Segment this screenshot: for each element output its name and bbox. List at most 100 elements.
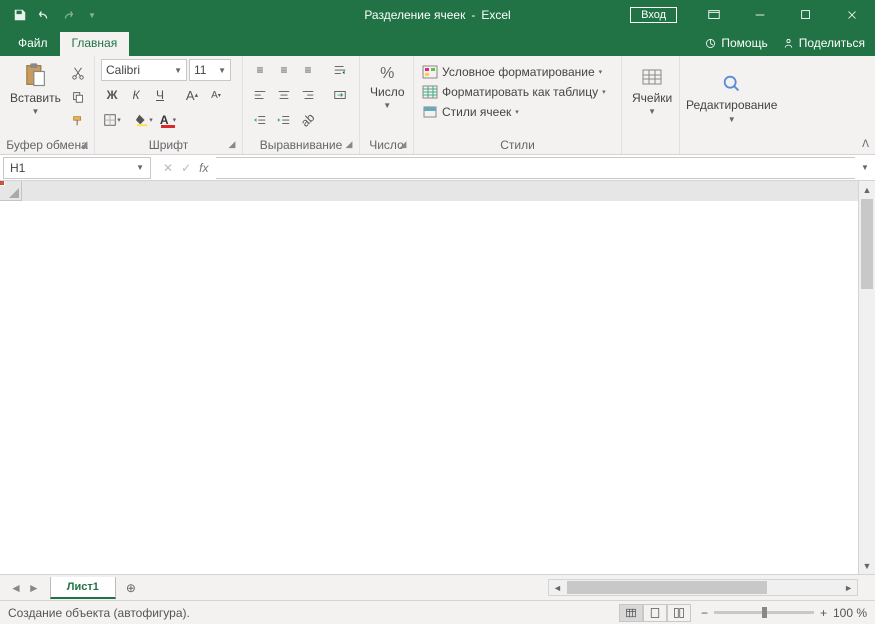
align-bottom-icon[interactable]: ≡ [297,59,319,81]
italic-button[interactable]: К [125,84,147,106]
tab-Главная[interactable]: Главная [60,32,130,56]
page-break-view-icon[interactable] [667,604,691,622]
status-bar: Создание объекта (автофигура). − + 100 % [0,600,875,624]
close-icon[interactable] [829,0,875,30]
name-box[interactable]: H1▼ [3,157,151,179]
chevron-down-icon: ▼ [383,101,391,110]
group-editing: Редактирование ▼ [680,56,800,154]
align-center-icon[interactable] [273,84,295,106]
vertical-scrollbar[interactable]: ▲ ▼ [858,181,875,574]
zoom-in-icon[interactable]: + [820,606,827,620]
borders-icon[interactable]: ▾ [101,109,123,131]
scroll-down-icon[interactable]: ▼ [859,557,875,574]
merge-icon[interactable] [329,84,351,106]
increase-indent-icon[interactable] [273,109,295,131]
fill-color-icon[interactable]: ▾ [133,109,155,131]
tell-me[interactable]: Помощь [704,36,767,50]
share-button[interactable]: Поделиться [782,36,865,50]
group-font: Calibri▼ 11▼ Ж К Ч A▴ A▾ ▾ ▾ A▾ Шрифт◢ [95,56,243,154]
scroll-up-icon[interactable]: ▲ [859,181,875,198]
underline-button[interactable]: Ч [149,84,171,106]
row-headers[interactable] [0,201,22,574]
sheet-tab[interactable]: Лист1 [50,577,116,599]
formula-bar: H1▼ ✕ ✓ fx ▼ [0,155,875,181]
cell-styles-button[interactable]: Стили ячеек▾ [420,103,608,121]
align-left-icon[interactable] [249,84,271,106]
dialog-launcher-icon[interactable]: ◢ [226,139,238,151]
insert-function-icon[interactable]: fx [199,161,208,175]
dialog-launcher-icon[interactable]: ◢ [343,139,355,151]
enter-formula-icon[interactable]: ✓ [181,161,191,175]
minimize-icon[interactable] [737,0,783,30]
paste-button[interactable]: Вставить ▼ [6,59,65,138]
cells-button[interactable]: Ячейки ▼ [628,59,676,152]
title-controls: Вход [630,0,875,30]
tab-file[interactable]: Файл [6,32,60,56]
conditional-formatting-button[interactable]: Условное форматирование▾ [420,63,608,81]
zoom-level[interactable]: 100 % [833,606,867,620]
grow-font-icon[interactable]: A▴ [181,84,203,106]
maximize-icon[interactable] [783,0,829,30]
select-all-button[interactable] [0,181,22,201]
number-format-button[interactable]: % Число ▼ [366,59,409,138]
wrap-text-icon[interactable] [329,59,351,81]
horizontal-scrollbar[interactable]: ◄ ► [548,579,858,596]
orientation-icon[interactable]: ab [297,109,319,131]
group-number: % Число ▼ Число◢ [360,56,414,154]
editing-button[interactable]: Редактирование ▼ [686,59,777,152]
save-icon[interactable] [8,3,32,27]
view-buttons [619,604,691,622]
sheet-nav-prev-icon[interactable]: ◄ [10,581,22,595]
scroll-right-icon[interactable]: ► [844,583,853,593]
chevron-down-icon: ▼ [136,163,144,172]
formula-input[interactable] [216,157,855,179]
collapse-ribbon-icon[interactable]: ᐱ [862,139,869,150]
group-alignment: ≡ ≡ ≡ ab Выравнивание◢ [243,56,360,154]
redo-icon[interactable] [56,3,80,27]
shrink-font-icon[interactable]: A▾ [205,84,227,106]
scrollbar-thumb[interactable] [567,581,767,594]
copy-icon[interactable] [67,86,89,108]
dialog-launcher-icon[interactable]: ◢ [78,139,90,151]
status-message: Создание объекта (автофигура). [8,606,190,620]
ribbon-options-icon[interactable] [691,0,737,30]
window-title: Разделение ячеек - Excel [364,8,510,22]
cells-area[interactable] [22,201,858,574]
bold-button[interactable]: Ж [101,84,123,106]
expand-formula-bar-icon[interactable]: ▼ [855,163,875,172]
align-right-icon[interactable] [297,84,319,106]
zoom-out-icon[interactable]: − [701,606,708,620]
ribbon: Вставить ▼ Буфер обмена◢ Calibri▼ 11▼ Ж … [0,56,875,155]
qat-dropdown-icon[interactable]: ▼ [80,3,104,27]
decrease-indent-icon[interactable] [249,109,271,131]
column-headers[interactable] [22,181,858,201]
cancel-formula-icon[interactable]: ✕ [163,161,173,175]
group-label: Стили [500,138,535,152]
chevron-down-icon: ▼ [648,107,656,116]
align-middle-icon[interactable]: ≡ [273,59,295,81]
font-size-combo[interactable]: 11▼ [189,59,231,81]
quick-access-toolbar: ▼ [0,3,104,27]
page-layout-view-icon[interactable] [643,604,667,622]
sheet-tab-bar: ◄ ► Лист1 ⊕ ◄ ► [0,574,875,600]
group-cells: Ячейки ▼ [622,56,680,154]
normal-view-icon[interactable] [619,604,643,622]
add-sheet-icon[interactable]: ⊕ [120,577,142,599]
format-as-table-button[interactable]: Форматировать как таблицу▾ [420,83,608,101]
title-bar: ▼ Разделение ячеек - Excel Вход [0,0,875,30]
undo-icon[interactable] [32,3,56,27]
dialog-launcher-icon[interactable]: ◢ [397,139,409,151]
cut-icon[interactable] [67,62,89,84]
align-top-icon[interactable]: ≡ [249,59,271,81]
format-painter-icon[interactable] [67,110,89,132]
login-button[interactable]: Вход [630,7,677,23]
font-name-combo[interactable]: Calibri▼ [101,59,187,81]
chevron-down-icon: ▼ [31,107,39,116]
font-color-icon[interactable]: A▾ [157,109,179,131]
scroll-left-icon[interactable]: ◄ [553,583,562,593]
zoom-slider[interactable] [714,611,814,614]
sheet-nav-next-icon[interactable]: ► [28,581,40,595]
zoom-control: − + 100 % [701,606,867,620]
scrollbar-thumb[interactable] [861,199,873,289]
chevron-down-icon: ▼ [728,115,736,124]
